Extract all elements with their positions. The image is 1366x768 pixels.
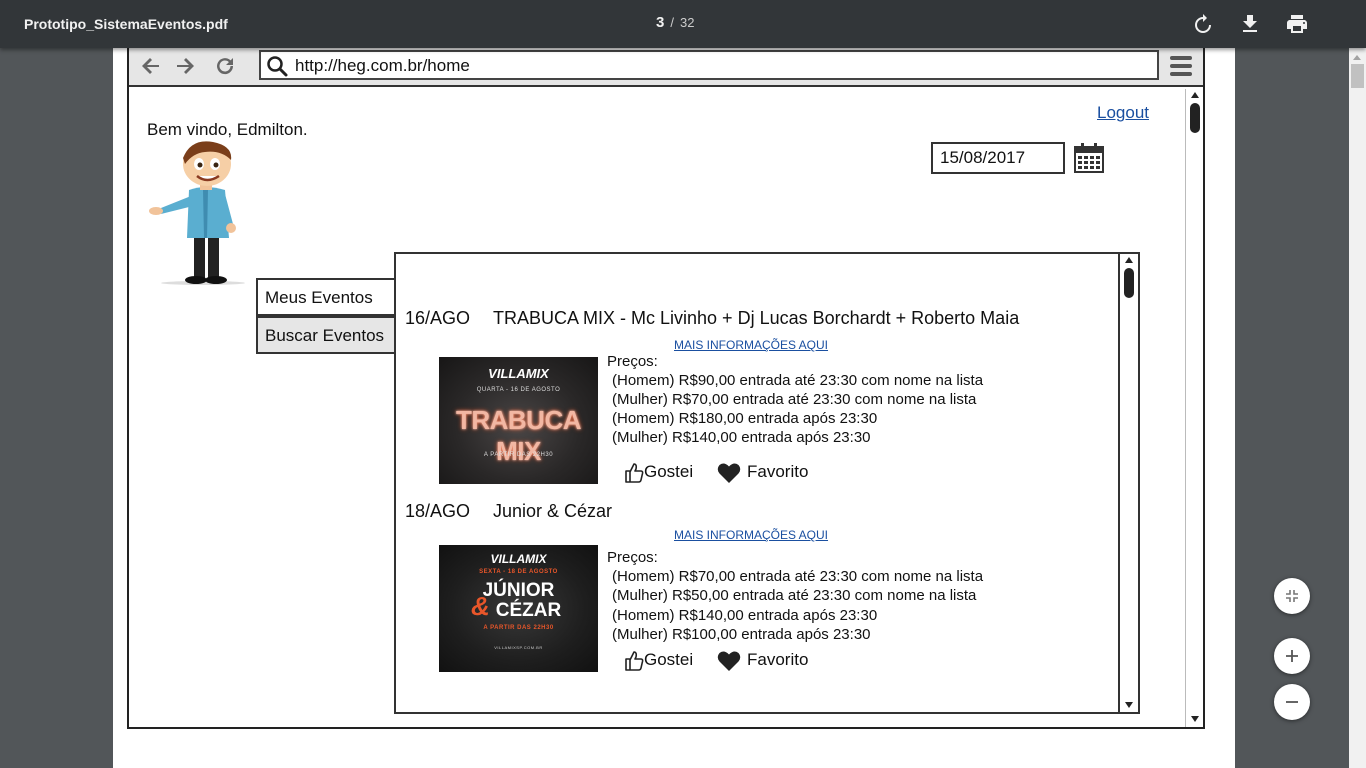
rotate-icon[interactable] xyxy=(1191,12,1215,36)
price-line: (Mulher) R$140,00 entrada após 23:30 xyxy=(612,429,871,446)
event-title: TRABUCA MIX - Mc Livinho + Dj Lucas Borc… xyxy=(493,308,1020,328)
mock-scroll-thumb[interactable] xyxy=(1190,103,1200,133)
forward-arrow-icon[interactable] xyxy=(173,54,197,78)
url-text: http://heg.com.br/home xyxy=(295,56,470,75)
events-scrollbar[interactable] xyxy=(1118,254,1138,712)
like-button[interactable]: Gostei xyxy=(624,462,694,483)
zoom-in-button[interactable] xyxy=(1274,638,1310,674)
event-heading: 18/AGO Junior & Cézar xyxy=(405,501,612,522)
more-info-link[interactable]: MAIS INFORMAÇÕES AQUI xyxy=(674,528,828,542)
thumbs-up-icon xyxy=(625,651,644,671)
poster-headline-2: CÉZAR xyxy=(495,600,562,621)
favorite-label: Favorito xyxy=(747,462,809,481)
user-avatar xyxy=(149,141,245,285)
favorite-button[interactable]: Favorito xyxy=(717,462,809,483)
logout-link[interactable]: Logout xyxy=(1097,103,1149,123)
events-panel: 16/AGO TRABUCA MIX - Mc Livinho + Dj Luca… xyxy=(394,252,1140,714)
poster-brand: VILLAMIX xyxy=(488,366,549,381)
price-line: (Homem) R$140,00 entrada após 23:30 xyxy=(612,607,878,624)
viewer-scroll-thumb[interactable] xyxy=(1351,64,1364,88)
like-button[interactable]: Gostei xyxy=(624,650,694,671)
favorite-label: Favorito xyxy=(747,650,809,669)
tab-meus-eventos[interactable]: Meus Eventos xyxy=(256,278,396,316)
zoom-out-button[interactable] xyxy=(1274,684,1310,720)
scroll-up-arrow-icon[interactable] xyxy=(1353,55,1361,60)
welcome-text: Bem vindo, Edmilton. xyxy=(147,120,308,139)
prices-label: Preços: xyxy=(607,549,658,566)
fit-page-button[interactable] xyxy=(1274,578,1310,614)
price-line: (Homem) R$70,00 entrada até 23:30 com no… xyxy=(612,568,984,585)
search-icon xyxy=(267,56,288,77)
scroll-up-icon[interactable] xyxy=(1190,91,1200,99)
heart-icon xyxy=(717,463,741,483)
price-line: (Mulher) R$50,00 entrada até 23:30 com n… xyxy=(612,587,977,604)
favorite-button[interactable]: Favorito xyxy=(717,650,809,671)
prices-label: Preços: xyxy=(607,353,658,370)
zoom-in-icon xyxy=(1286,650,1298,662)
download-icon[interactable] xyxy=(1238,12,1262,36)
page-separator: / xyxy=(670,15,674,30)
fit-page-icon xyxy=(1286,590,1298,602)
poster-headline-1: JÚNIOR xyxy=(482,580,555,601)
thumbs-up-icon xyxy=(625,463,644,483)
poster-footer: A PARTIR DAS 22H30 xyxy=(483,452,554,458)
event-poster-image[interactable]: VILLAMIX SEXTA - 18 DE AGOSTO JÚNIOR & C… xyxy=(439,545,598,672)
like-label: Gostei xyxy=(644,650,694,669)
price-line: (Mulher) R$100,00 entrada após 23:30 xyxy=(612,626,871,643)
events-scroll-thumb[interactable] xyxy=(1124,268,1134,298)
heart-icon xyxy=(717,651,741,671)
current-page[interactable]: 3 xyxy=(656,14,664,31)
event-heading: 16/AGO TRABUCA MIX - Mc Livinho + Dj Luca… xyxy=(405,308,1019,329)
price-line: (Homem) R$90,00 entrada até 23:30 com no… xyxy=(612,372,984,389)
scroll-down-icon[interactable] xyxy=(1124,701,1134,709)
file-name: Prototipo_SistemaEventos.pdf xyxy=(24,16,228,32)
more-info-link[interactable]: MAIS INFORMAÇÕES AQUI xyxy=(674,338,828,352)
poster-day: QUARTA - 16 DE AGOSTO xyxy=(476,387,561,393)
viewer-scrollbar[interactable] xyxy=(1349,48,1366,768)
calendar-icon[interactable] xyxy=(1073,142,1105,174)
total-pages: 32 xyxy=(679,15,695,30)
event-title: Junior & Cézar xyxy=(493,501,613,521)
event-poster-image[interactable]: VILLAMIX QUARTA - 16 DE AGOSTO TRABUCA M… xyxy=(439,357,598,484)
poster-brand: VILLAMIX xyxy=(490,552,547,566)
poster-day: SEXTA - 18 DE AGOSTO xyxy=(479,569,558,575)
scroll-down-icon[interactable] xyxy=(1190,715,1200,723)
page-indicator: 3 / 32 xyxy=(656,14,694,31)
price-line: (Homem) R$180,00 entrada após 23:30 xyxy=(612,410,878,427)
date-input[interactable]: 15/08/2017 xyxy=(931,142,1065,174)
pdf-toolbar: Prototipo_SistemaEventos.pdf 3 / 32 xyxy=(0,0,1366,48)
poster-site: VILLAMIXSP.COM.BR xyxy=(494,645,543,650)
event-date: 18/AGO xyxy=(405,501,471,521)
browser-mockup: http://heg.com.br/home Logout Bem vindo,… xyxy=(127,44,1205,729)
mock-page-scrollbar[interactable] xyxy=(1185,89,1203,727)
url-bar[interactable]: http://heg.com.br/home xyxy=(259,50,1159,80)
price-line: (Mulher) R$70,00 entrada até 23:30 com n… xyxy=(612,391,977,408)
poster-footer: A PARTIR DAS 22H30 xyxy=(483,625,554,631)
back-arrow-icon[interactable] xyxy=(139,54,163,78)
scroll-up-icon[interactable] xyxy=(1124,256,1134,264)
print-icon[interactable] xyxy=(1285,12,1309,36)
tab-buscar-eventos[interactable]: Buscar Eventos xyxy=(256,316,396,354)
pdf-page: http://heg.com.br/home Logout Bem vindo,… xyxy=(113,44,1235,768)
event-date: 16/AGO xyxy=(405,308,471,328)
like-label: Gostei xyxy=(644,462,694,481)
reload-icon[interactable] xyxy=(213,54,237,78)
zoom-out-icon xyxy=(1286,701,1298,703)
mock-address-bar: http://heg.com.br/home xyxy=(129,46,1203,87)
menu-icon[interactable] xyxy=(1169,53,1193,79)
